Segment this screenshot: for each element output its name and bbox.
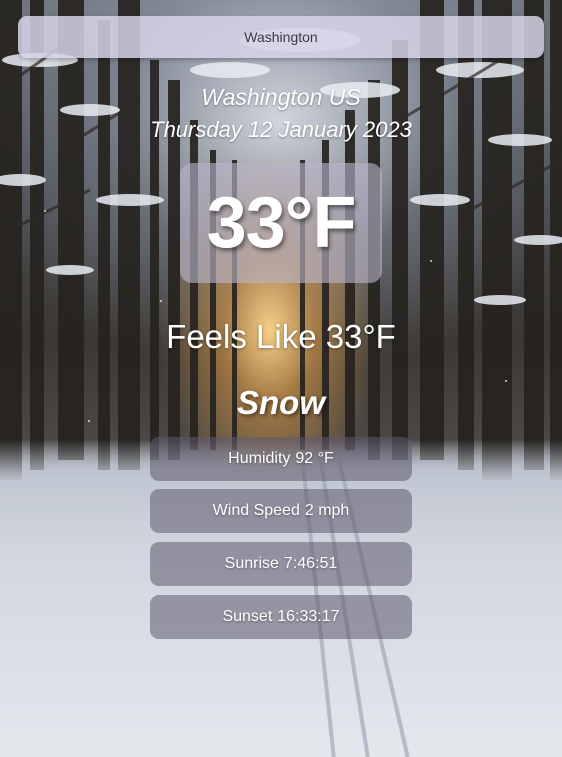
wind-speed-label: Wind Speed: [212, 502, 300, 519]
temperature-card: 33°F: [180, 163, 382, 283]
current-date: Thursday 12 January 2023: [150, 117, 412, 142]
snowflake: [160, 300, 162, 302]
humidity-card: Humidity 92 °F: [150, 437, 412, 481]
sunrise-value: 7:46:51: [283, 555, 338, 572]
city-name: Washington: [201, 84, 323, 110]
search-input-value[interactable]: Washington: [244, 29, 317, 45]
sunset-label: Sunset: [222, 608, 273, 625]
feels-like-text: Feels Like 33°F: [166, 318, 396, 355]
snowflake: [505, 380, 507, 382]
wind-speed-value: 2 mph: [304, 502, 350, 519]
country-code: US: [328, 84, 361, 110]
wind-speed-card: Wind Speed 2 mph: [150, 489, 412, 533]
sunset-value: 16:33:17: [277, 608, 340, 625]
humidity-label: Humidity: [228, 450, 291, 467]
location-heading: Washington US: [0, 84, 562, 111]
sunrise-card: Sunrise 7:46:51: [150, 542, 412, 586]
city-search-bar[interactable]: Washington: [18, 16, 544, 58]
weather-condition: Snow: [237, 384, 325, 421]
snowflake: [430, 260, 432, 262]
temperature-value: 33°F: [206, 183, 357, 263]
sunrise-label: Sunrise: [224, 555, 279, 572]
sunset-card: Sunset 16:33:17: [150, 595, 412, 639]
background-snowy-forest: [0, 0, 562, 757]
snowflake: [44, 210, 46, 212]
humidity-value: 92 °F: [295, 450, 334, 467]
